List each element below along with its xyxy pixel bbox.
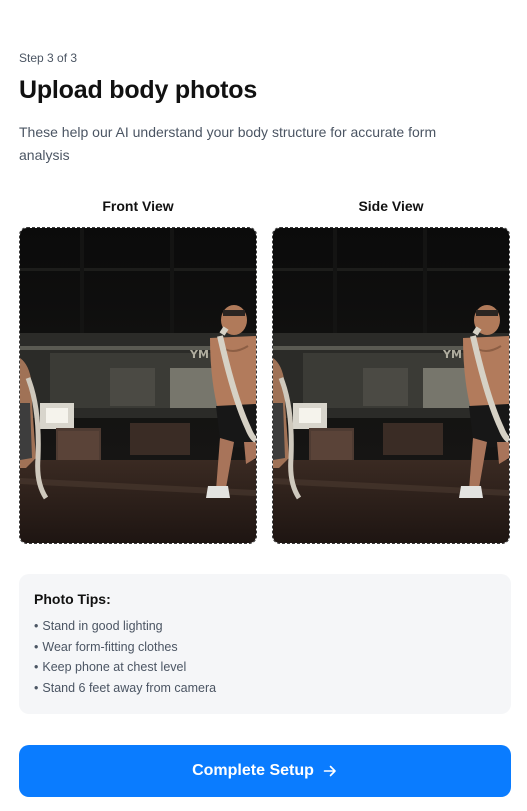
side-view-section: Side View YM bbox=[272, 196, 510, 544]
front-view-section: Front View YM bbox=[19, 196, 257, 544]
side-view-photo-upload[interactable]: YM bbox=[272, 227, 510, 544]
side-view-label: Side View bbox=[358, 198, 424, 214]
tip-item: • Wear form-fitting clothes bbox=[34, 639, 178, 654]
page-subtitle: These help our AI understand your body s… bbox=[19, 124, 437, 163]
front-view-photo: YM bbox=[20, 228, 256, 543]
complete-setup-label: Complete Setup bbox=[192, 762, 314, 779]
photo-tips-title: Photo Tips: bbox=[34, 591, 111, 607]
upload-photos-screen: Step 3 of 3 Upload body photos These hel… bbox=[0, 0, 527, 811]
photo-tips-card: Photo Tips: • Stand in good lighting • Wea… bbox=[19, 574, 511, 714]
front-view-label: Front View bbox=[102, 198, 174, 214]
svg-text:YM: YM bbox=[442, 348, 462, 361]
tip-item: • Stand 6 feet away from camera bbox=[34, 680, 217, 695]
page-title: Upload body photos bbox=[19, 76, 258, 104]
tip-item: • Stand in good lighting bbox=[34, 619, 163, 633]
photo-tips-list: • Stand in good lighting • Wear form-fitti… bbox=[34, 616, 496, 698]
arrow-right-icon bbox=[322, 763, 338, 779]
side-view-photo: YM bbox=[273, 228, 509, 543]
svg-text:YM: YM bbox=[189, 348, 209, 361]
step-indicator: Step 3 of 3 bbox=[19, 51, 78, 65]
front-view-photo-upload[interactable]: YM bbox=[19, 227, 257, 544]
tip-item: • Keep phone at chest level bbox=[34, 660, 187, 674]
complete-setup-button[interactable]: Complete Setup bbox=[19, 745, 511, 797]
